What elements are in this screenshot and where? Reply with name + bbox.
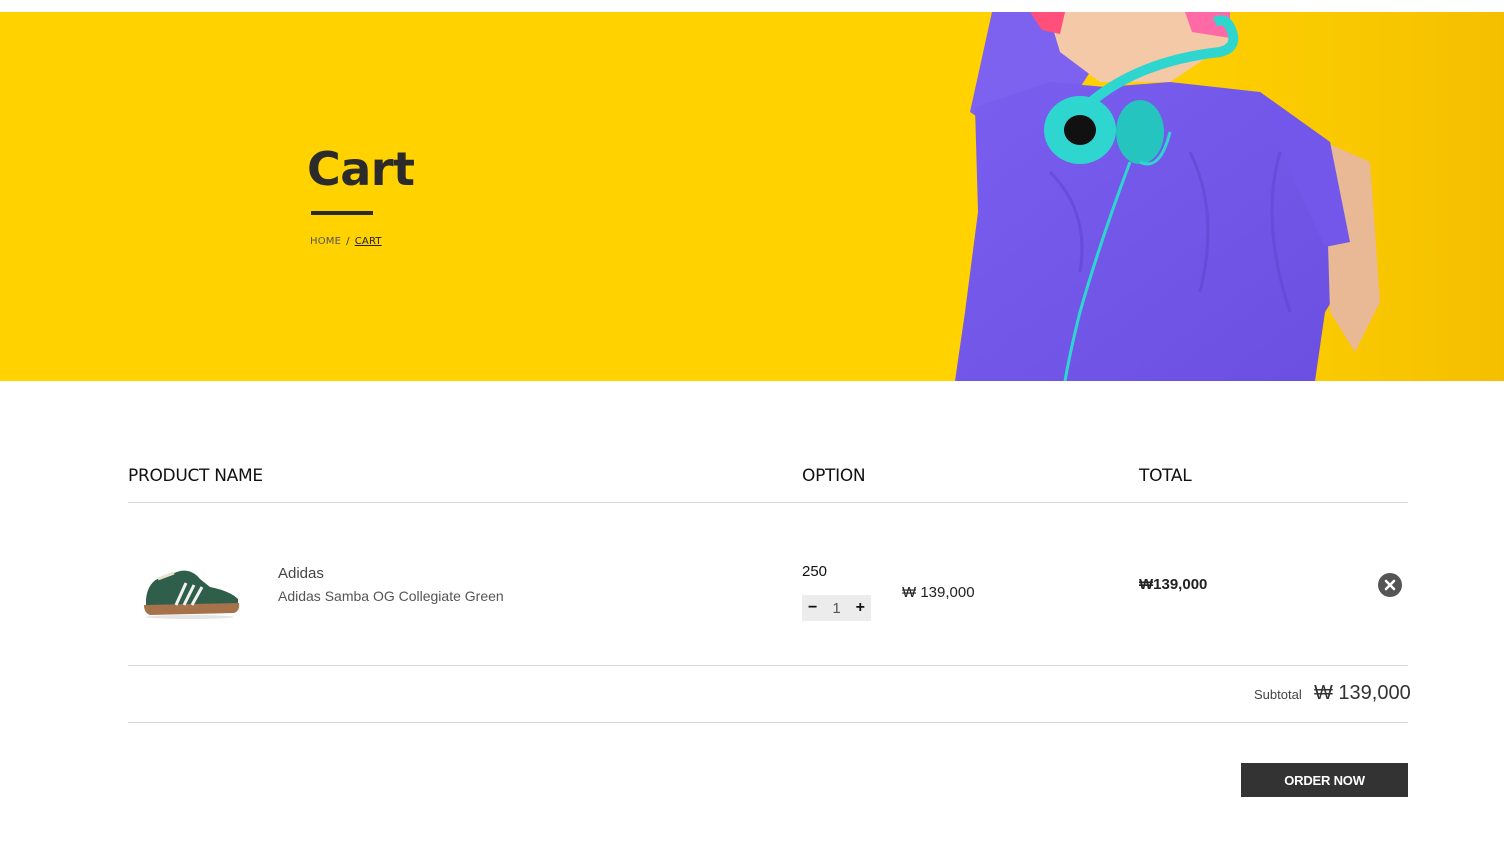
title-underline <box>311 211 373 215</box>
subtotal-value: ₩ 139,000 <box>1314 682 1411 704</box>
order-now-button[interactable]: ORDER NOW <box>1241 763 1408 797</box>
header-divider <box>128 502 1408 503</box>
product-brand[interactable]: Adidas <box>278 565 324 582</box>
quantity-increment-button[interactable]: + <box>856 600 865 616</box>
column-header-option: OPTION <box>802 466 866 486</box>
unit-price: ₩ 139,000 <box>902 584 975 601</box>
option-size: 250 <box>802 563 828 580</box>
quantity-stepper: − 1 + <box>802 595 871 621</box>
product-thumbnail[interactable] <box>140 565 242 619</box>
breadcrumb-separator: / <box>346 236 350 247</box>
quantity-decrement-button[interactable]: − <box>808 600 817 616</box>
breadcrumb-current[interactable]: CART <box>355 236 382 247</box>
row-divider <box>128 665 1408 666</box>
breadcrumb: HOME / CART <box>310 236 382 247</box>
column-header-total: TOTAL <box>1139 466 1192 486</box>
column-header-product: PRODUCT NAME <box>128 466 263 486</box>
hero-model-image <box>930 12 1504 381</box>
page-title: Cart <box>307 142 415 196</box>
remove-item-button[interactable] <box>1378 573 1402 597</box>
row-total: ₩139,000 <box>1139 576 1208 593</box>
close-circle-icon <box>1384 579 1396 591</box>
product-name[interactable]: Adidas Samba OG Collegiate Green <box>278 588 504 604</box>
quantity-value: 1 <box>832 599 841 617</box>
subtotal-divider <box>128 722 1408 723</box>
hero-banner: Cart HOME / CART <box>0 12 1504 381</box>
subtotal-label: Subtotal <box>1254 687 1302 702</box>
breadcrumb-home[interactable]: HOME <box>310 236 341 247</box>
